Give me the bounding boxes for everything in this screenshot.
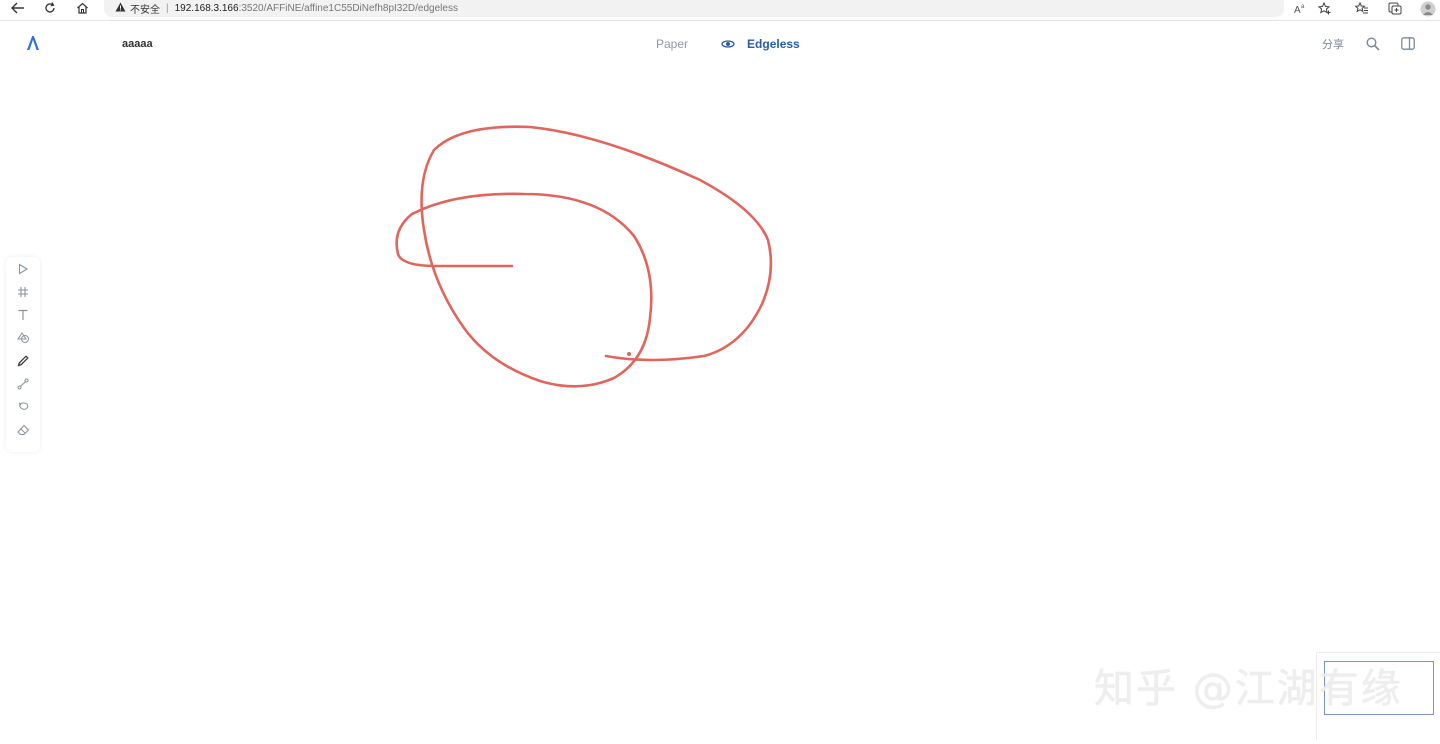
affine-logo[interactable] xyxy=(24,34,42,57)
eraser-tool-icon[interactable] xyxy=(15,422,31,438)
svg-text:a: a xyxy=(1301,4,1305,10)
doc-title[interactable]: aaaaa xyxy=(122,38,153,50)
connector-tool-icon[interactable] xyxy=(15,376,31,392)
address-divider: | xyxy=(166,3,169,14)
favorite-add-icon[interactable] xyxy=(1318,0,1332,17)
mode-edgeless-button[interactable]: Edgeless xyxy=(697,33,804,55)
collections-icon[interactable] xyxy=(1388,0,1402,17)
edgeless-toolbar xyxy=(6,257,40,452)
edgeless-canvas[interactable] xyxy=(0,60,1440,739)
mode-edgeless-label: Edgeless xyxy=(747,37,800,51)
share-button[interactable]: 分享 xyxy=(1322,36,1344,52)
shape-tool-icon[interactable] xyxy=(15,330,31,346)
text-tool-icon[interactable] xyxy=(15,307,31,323)
svg-text:A: A xyxy=(1294,5,1301,15)
url-host: 192.168.3.166 xyxy=(174,3,239,14)
mode-switch: Paper Edgeless xyxy=(648,33,804,55)
pen-stroke[interactable] xyxy=(0,60,1440,739)
address-bar[interactable]: 不安全 | 192.168.3.166:3520/AFFiNE/affine1C… xyxy=(104,0,1284,17)
back-icon[interactable] xyxy=(8,0,28,16)
pen-tool-icon[interactable] xyxy=(15,353,31,369)
edgeless-icon xyxy=(721,37,735,54)
security-label[interactable]: 不安全 xyxy=(130,1,160,16)
search-icon[interactable] xyxy=(1366,37,1380,54)
warning-icon xyxy=(115,2,126,15)
sidebar-toggle-icon[interactable] xyxy=(1401,37,1415,53)
favorites-icon[interactable] xyxy=(1355,0,1369,17)
url-path: :3520/AFFiNE/affine1C55DiNefh8pI32D/edge… xyxy=(238,3,458,14)
home-icon[interactable] xyxy=(72,0,92,16)
read-aloud-icon[interactable]: Aa xyxy=(1294,0,1308,17)
select-tool-icon[interactable] xyxy=(15,261,31,277)
watermark: 知乎 @江湖有缘 xyxy=(1094,666,1403,712)
refresh-icon[interactable] xyxy=(40,0,60,16)
frame-tool-icon[interactable] xyxy=(15,284,31,300)
browser-toolbar: 不安全 | 192.168.3.166:3520/AFFiNE/affine1C… xyxy=(0,0,1440,21)
mode-paper-button[interactable]: Paper xyxy=(648,37,696,51)
lasso-tool-icon[interactable] xyxy=(15,399,31,415)
profile-avatar-icon[interactable] xyxy=(1420,0,1436,17)
